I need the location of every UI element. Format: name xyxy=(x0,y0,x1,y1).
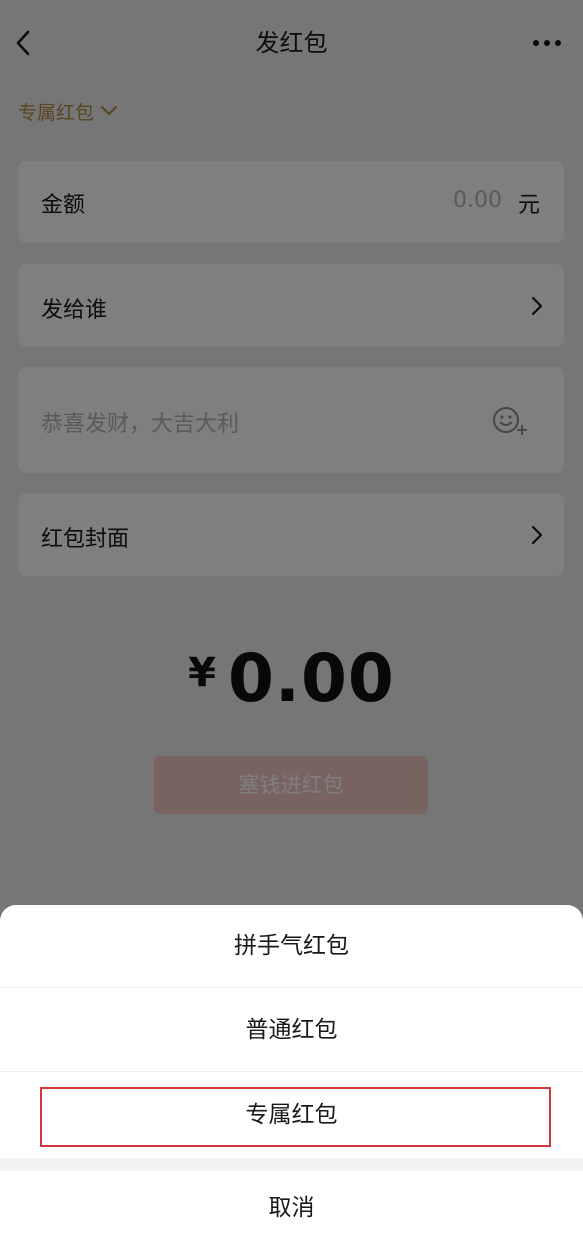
cancel-button[interactable]: 取消 xyxy=(0,1171,583,1241)
option-lucky-packet[interactable]: 拼手气红包 xyxy=(0,905,583,988)
option-normal-packet[interactable]: 普通红包 xyxy=(0,989,583,1072)
selection-highlight xyxy=(40,1087,551,1147)
red-packet-screen: 发红包 专属红包 金额 0.00 元 发给谁 恭喜发财，大吉大利 红 xyxy=(0,0,583,1241)
action-sheet: 拼手气红包 普通红包 专属红包 取消 xyxy=(0,905,583,1241)
divider xyxy=(0,1158,583,1171)
